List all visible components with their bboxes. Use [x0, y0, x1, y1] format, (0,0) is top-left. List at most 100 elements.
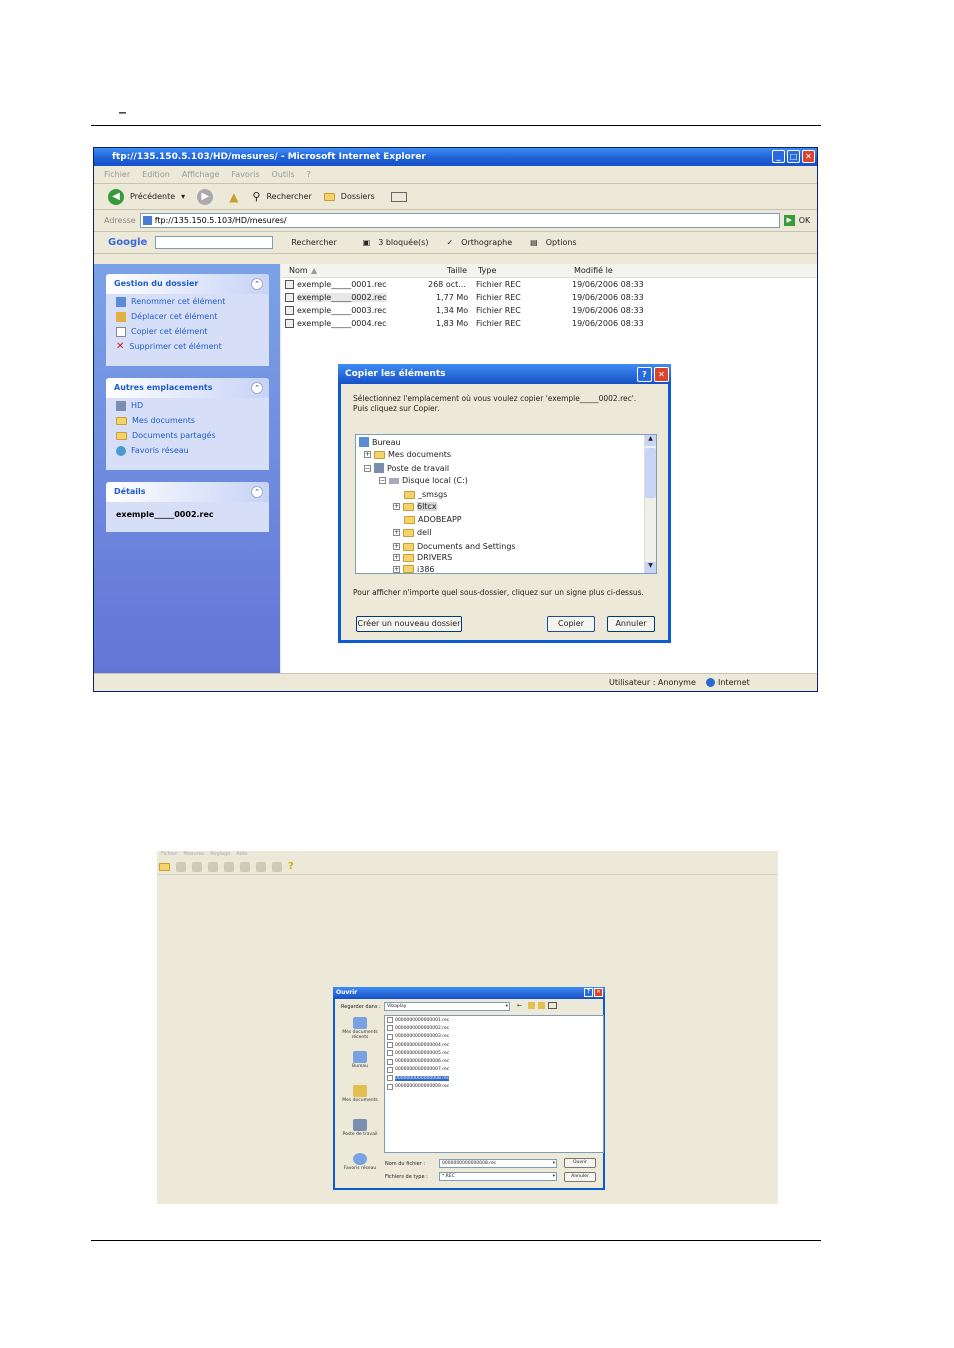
place-desktop[interactable]: Bureau: [338, 1051, 382, 1083]
list-item[interactable]: 0000000000000004.rec: [385, 1041, 603, 1049]
tree-item-folder[interactable]: _smsgs: [404, 490, 447, 499]
back-icon[interactable]: ←: [517, 1002, 522, 1009]
file-row[interactable]: exemple_____0001.rec 268 oct... Fichier …: [281, 278, 817, 291]
tree-item-folder[interactable]: + dell: [393, 528, 431, 537]
place-network[interactable]: Favoris réseau: [106, 443, 269, 458]
list-item[interactable]: 0000000000000009.rec: [385, 1082, 603, 1090]
view-menu-icon[interactable]: [548, 1002, 557, 1009]
new-folder-button[interactable]: Créer un nouveau dossier: [356, 616, 462, 632]
place-shared-documents[interactable]: Documents partagés: [106, 428, 269, 443]
measure-icon[interactable]: [240, 861, 250, 872]
menu-favoris[interactable]: Favoris: [231, 170, 259, 179]
filename-input[interactable]: 0000000000000008.rec ▾: [439, 1159, 557, 1168]
go-arrow-icon[interactable]: ▶: [783, 215, 795, 226]
google-search-button[interactable]: Rechercher: [291, 238, 336, 247]
zoom-in-icon[interactable]: [192, 861, 202, 872]
place-my-documents[interactable]: Mes documents: [106, 413, 269, 428]
tool-icon[interactable]: [272, 861, 282, 872]
google-search-input[interactable]: [155, 236, 274, 249]
list-item[interactable]: 0000000000000001.rec: [385, 1016, 603, 1024]
tree-item-folder[interactable]: ADOBEAPP: [404, 515, 462, 524]
expand-plus-icon[interactable]: +: [393, 503, 400, 510]
file-row[interactable]: exemple_____0004.rec 1,83 Mo Fichier REC…: [281, 317, 817, 330]
google-logo[interactable]: Google: [108, 237, 147, 248]
cancel-button[interactable]: Annuler: [607, 616, 655, 632]
back-button[interactable]: Précédente: [130, 192, 175, 201]
col-type[interactable]: Type: [478, 266, 496, 275]
other-places-header[interactable]: Autres emplacements ⌃: [106, 378, 269, 398]
list-item[interactable]: 0000000000000007.rec: [385, 1066, 603, 1074]
app-menu-item[interactable]: Aide: [236, 851, 247, 859]
col-modified[interactable]: Modifié le: [574, 266, 613, 275]
place-network[interactable]: Favoris réseau: [338, 1153, 382, 1185]
spellcheck-button[interactable]: Orthographe: [461, 238, 512, 247]
menu-affichage[interactable]: Affichage: [182, 170, 220, 179]
place-recent[interactable]: Mes documents récents: [338, 1017, 382, 1049]
menu-outils[interactable]: Outils: [272, 170, 295, 179]
collapse-chevron-icon[interactable]: ⌃: [251, 278, 263, 290]
search-icon[interactable]: ⚲: [252, 190, 260, 203]
tree-item-folder[interactable]: +6ltcx: [393, 502, 437, 511]
close-button[interactable]: ✕: [654, 367, 669, 382]
app-menu-item[interactable]: Fichier: [161, 851, 177, 859]
minimize-button[interactable]: _: [772, 150, 785, 163]
help-icon[interactable]: ?: [288, 861, 294, 872]
copy-button[interactable]: Copier: [547, 616, 595, 632]
menu-edition[interactable]: Edition: [142, 170, 170, 179]
folders-icon[interactable]: [323, 192, 335, 201]
collapse-chevron-icon[interactable]: ⌃: [251, 486, 263, 498]
app-menu-item[interactable]: Réglage: [210, 851, 230, 859]
list-item[interactable]: 0000000000000005.rec: [385, 1049, 603, 1057]
chevron-down-icon[interactable]: ▾: [553, 1160, 555, 1167]
folder-tasks-header[interactable]: Gestion du dossier ⌃: [106, 274, 269, 294]
col-name[interactable]: Nom: [289, 266, 308, 275]
new-folder-icon[interactable]: [538, 1002, 545, 1009]
expand-plus-icon[interactable]: +: [393, 554, 400, 561]
look-in-select[interactable]: Vibaplay ▾: [384, 1002, 510, 1011]
address-input[interactable]: ftp://135.150.5.103/HD/mesures/: [139, 213, 780, 228]
move-task[interactable]: Déplacer cet élément: [106, 309, 269, 324]
close-button[interactable]: ✕: [802, 150, 815, 163]
forward-arrow-icon[interactable]: ▶: [197, 188, 214, 205]
tree-item-mes-documents[interactable]: + Mes documents: [364, 450, 451, 459]
rename-task[interactable]: Renommer cet élément: [106, 294, 269, 309]
list-item[interactable]: 0000000000000006.rec: [385, 1057, 603, 1065]
cancel-button[interactable]: Annuler: [564, 1172, 596, 1182]
up-folder-icon[interactable]: [528, 1002, 535, 1009]
popup-blocked-count[interactable]: 3 bloquée(s): [378, 238, 428, 247]
expand-plus-icon[interactable]: +: [393, 565, 400, 573]
place-hd[interactable]: HD: [106, 398, 269, 413]
close-button[interactable]: ✕: [594, 988, 603, 997]
place-my-computer[interactable]: Poste de travail: [338, 1119, 382, 1151]
folder-tree[interactable]: Bureau + Mes documents − Poste de travail …: [355, 434, 657, 574]
folders-button[interactable]: Dossiers: [341, 192, 375, 201]
back-arrow-icon[interactable]: ◀: [108, 188, 124, 205]
maximize-button[interactable]: □: [787, 150, 800, 163]
zoom-out-icon[interactable]: [208, 861, 218, 872]
delete-task[interactable]: ✕ Supprimer cet élément: [106, 339, 269, 354]
scroll-up-icon[interactable]: ▲: [645, 435, 656, 446]
views-icon[interactable]: [390, 191, 407, 202]
help-button[interactable]: ?: [584, 988, 593, 997]
dropdown-arrow-icon[interactable]: ▾: [181, 192, 185, 201]
search-button[interactable]: Rechercher: [266, 192, 311, 201]
expand-plus-icon[interactable]: +: [393, 529, 400, 536]
menu-fichier[interactable]: Fichier: [104, 170, 130, 179]
file-row[interactable]: exemple_____0003.rec 1,34 Mo Fichier REC…: [281, 304, 817, 317]
list-item[interactable]: 0000000000000002.rec: [385, 1024, 603, 1032]
menu-help[interactable]: ?: [307, 170, 311, 179]
open-folder-icon[interactable]: [159, 862, 170, 871]
open-file-list[interactable]: 0000000000000001.rec 0000000000000002.re…: [384, 1015, 604, 1153]
collapse-chevron-icon[interactable]: ⌃: [251, 382, 263, 394]
chevron-down-icon[interactable]: ▾: [553, 1173, 555, 1180]
file-row[interactable]: exemple_____0002.rec 1,77 Mo Fichier REC…: [281, 291, 817, 304]
open-button[interactable]: Ouvrir: [564, 1158, 596, 1168]
tree-item-bureau[interactable]: Bureau: [359, 437, 401, 447]
tree-item-folder[interactable]: + i386: [393, 565, 435, 573]
tree-item-poste-de-travail[interactable]: − Poste de travail: [364, 463, 449, 473]
tree-scrollbar[interactable]: ▲ ▼: [644, 435, 656, 573]
expand-plus-icon[interactable]: +: [364, 451, 371, 458]
tree-item-folder[interactable]: + DRIVERS: [393, 553, 452, 562]
settings-icon[interactable]: [256, 861, 266, 872]
folder-up-icon[interactable]: ▲: [229, 190, 238, 204]
